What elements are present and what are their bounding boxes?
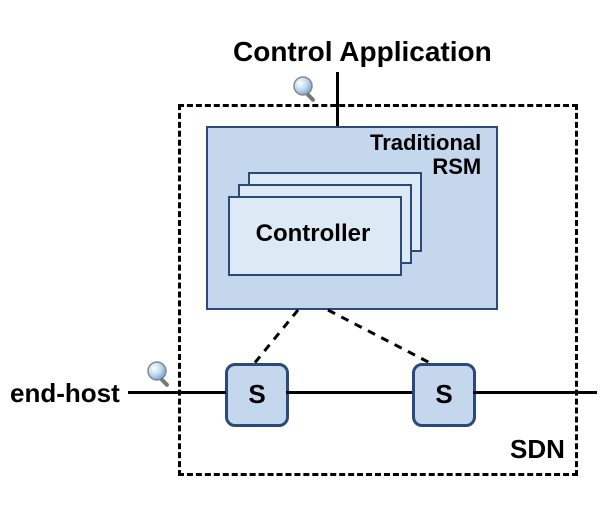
switch-right: S <box>412 363 476 427</box>
switch-left: S <box>225 363 289 427</box>
switch-right-label: S <box>415 379 473 410</box>
sdn-label: SDN <box>510 434 565 465</box>
title-control-application: Control Application <box>233 36 492 68</box>
link-switchleft-switchright <box>286 391 412 394</box>
link-host-switchleft <box>128 391 226 394</box>
magnifier-icon <box>291 74 321 104</box>
controller-replica-1 <box>228 196 402 276</box>
rsm-line1: Traditional <box>370 131 481 155</box>
link-switchright-out <box>473 391 597 394</box>
diagram-stage: { "title": "Control Application", "end_h… <box>0 0 600 531</box>
switch-left-label: S <box>228 379 286 410</box>
magnifier-icon <box>145 359 175 389</box>
end-host-label: end-host <box>10 378 120 409</box>
